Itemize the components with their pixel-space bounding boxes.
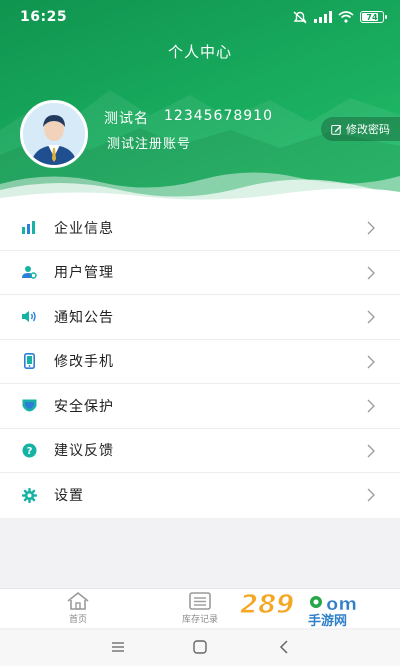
signal-icon xyxy=(314,11,332,23)
tab-inventory-label: 库存记录 xyxy=(181,615,218,625)
menu-nav-icon[interactable] xyxy=(110,639,126,655)
user-avatar-icon xyxy=(23,103,85,165)
speaker-icon xyxy=(21,309,37,325)
shield-icon xyxy=(21,398,37,414)
menu-item-feedback[interactable]: ? 建议反馈 xyxy=(0,429,400,473)
chevron-right-icon xyxy=(367,488,375,502)
chevron-right-icon xyxy=(367,444,375,457)
chevron-right-icon xyxy=(367,399,375,413)
menu-item-label: 建议反馈 xyxy=(54,443,114,460)
wifi-icon xyxy=(338,11,354,23)
svg-text:289: 289 xyxy=(240,590,294,620)
edit-icon xyxy=(331,124,342,135)
menu-list: 企业信息 用户管理 通知公告 修改手机 安全保护 ? 建议反馈 设置 xyxy=(0,206,400,518)
page-title: 个人中心 xyxy=(167,43,232,61)
menu-item-notices[interactable]: 通知公告 xyxy=(0,295,400,340)
profile-header: 16:25 74 个人中心 测试名 12345678910 测试注册账号 修改密… xyxy=(0,0,400,206)
user-name: 测试名 xyxy=(104,111,149,127)
status-bar: 16:25 74 xyxy=(0,0,400,34)
menu-item-settings[interactable]: 设置 xyxy=(0,473,400,518)
menu-item-label: 设置 xyxy=(54,488,84,505)
watermark-text: 手游网 xyxy=(308,613,347,628)
user-phone: 12345678910 xyxy=(164,108,273,124)
header-wave xyxy=(0,172,400,206)
menu-item-company-info[interactable]: 企业信息 xyxy=(0,206,400,251)
back-nav-icon[interactable] xyxy=(276,639,292,655)
status-icons: 74 xyxy=(292,10,387,24)
svg-text:om: om xyxy=(326,594,357,615)
chevron-right-icon xyxy=(367,221,375,235)
phone-icon xyxy=(21,353,37,370)
menu-item-user-management[interactable]: 用户管理 xyxy=(0,251,400,295)
avatar[interactable] xyxy=(20,100,88,168)
menu-item-label: 安全保护 xyxy=(54,398,114,415)
menu-item-security[interactable]: 安全保护 xyxy=(0,384,400,429)
tab-inventory[interactable]: 库存记录 xyxy=(170,591,230,625)
battery-icon: 74 xyxy=(360,11,387,23)
alarm-off-icon xyxy=(293,11,307,24)
change-password-label: 修改密码 xyxy=(346,123,390,136)
home-icon xyxy=(67,591,89,610)
svg-text:?: ? xyxy=(26,446,32,457)
tab-home[interactable]: 首页 xyxy=(48,591,108,625)
menu-item-label: 企业信息 xyxy=(54,220,114,237)
chevron-right-icon xyxy=(367,310,375,324)
tab-home-label: 首页 xyxy=(68,615,87,625)
change-password-button[interactable]: 修改密码 xyxy=(321,117,400,141)
menu-item-label: 修改手机 xyxy=(54,354,114,371)
user-manage-icon xyxy=(21,264,37,280)
question-icon: ? xyxy=(21,442,37,458)
chevron-right-icon xyxy=(367,355,375,368)
menu-item-change-phone[interactable]: 修改手机 xyxy=(0,340,400,384)
system-nav-bar xyxy=(0,630,400,666)
status-time: 16:25 xyxy=(20,9,68,25)
account-note: 测试注册账号 xyxy=(107,137,192,152)
battery-level: 74 xyxy=(366,12,378,22)
site-watermark-logo: 289 om 手游网 xyxy=(240,590,358,629)
home-nav-icon[interactable] xyxy=(192,639,208,655)
inventory-icon xyxy=(189,592,211,610)
bar-chart-icon xyxy=(21,220,37,236)
gear-icon xyxy=(21,487,37,503)
menu-item-label: 用户管理 xyxy=(54,265,114,282)
menu-item-label: 通知公告 xyxy=(54,309,114,326)
chevron-right-icon xyxy=(367,266,375,279)
